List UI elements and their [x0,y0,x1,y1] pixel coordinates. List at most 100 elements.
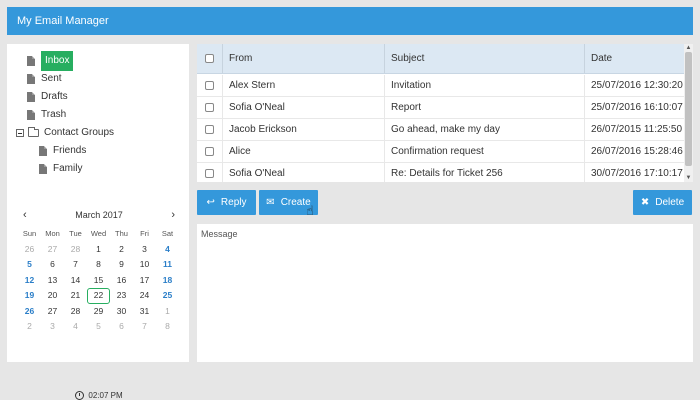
calendar-day[interactable]: 5 [18,257,41,273]
calendar-day[interactable]: 8 [156,319,179,335]
grid-scrollbar[interactable]: ▲ ▼ [684,44,693,182]
message-area[interactable]: Message [197,224,693,362]
row-select-cell [197,163,223,182]
calendar-day[interactable]: 4 [156,242,179,258]
calendar-day[interactable]: 9 [110,257,133,273]
calendar-dow-row: Sun Mon Tue Wed Thu Fri Sat [18,226,180,242]
collapse-icon[interactable] [16,129,24,137]
tree-item-friends[interactable]: Friends [39,142,86,160]
calendar-week: 19 20 21 22 23 24 25 [18,288,180,304]
calendar-day[interactable]: 11 [156,257,179,273]
tree-item-family[interactable]: Family [39,160,82,178]
tree-item-sent[interactable]: Sent [27,70,62,88]
reply-button[interactable]: ↩ Reply [197,190,256,215]
calendar-day[interactable]: 4 [64,319,87,335]
cell-date: 26/07/2016 15:28:46 [591,146,683,157]
table-row[interactable]: Alice Confirmation request 26/07/2016 15… [197,141,684,163]
calendar-day[interactable]: 6 [41,257,64,273]
calendar-day[interactable]: 13 [41,273,64,289]
column-header-from[interactable]: From [223,44,385,73]
calendar-day[interactable]: 2 [110,242,133,258]
prev-month-button[interactable]: ‹ [23,209,27,221]
calendar-day[interactable]: 15 [87,273,110,289]
calendar-dow: Wed [90,229,107,238]
scroll-up-icon[interactable]: ▲ [684,44,693,52]
scroll-down-icon[interactable]: ▼ [684,174,693,182]
grid-header: From Subject Date [197,44,684,74]
calendar-grid: Sun Mon Tue Wed Thu Fri Sat 26 27 28 1 2 3 4 5 6 7 8 9 10 11… [18,226,180,335]
row-checkbox[interactable] [205,103,214,112]
file-icon [39,164,47,174]
select-all-checkbox[interactable] [205,54,214,63]
calendar-day[interactable]: 23 [110,288,133,304]
calendar-day[interactable]: 26 [18,304,41,320]
delete-button[interactable]: ✖ Delete [633,190,692,215]
cell-from: Sofia O'Neal [223,163,385,182]
row-select-cell [197,97,223,118]
tree-item-inbox[interactable]: Inbox [27,51,74,71]
tree-item-label: Sent [41,73,62,84]
column-header-label: Date [591,53,613,64]
row-checkbox[interactable] [205,147,214,156]
calendar-day[interactable]: 3 [133,242,156,258]
table-row[interactable]: Alex Stern Invitation 25/07/2016 12:30:2… [197,75,684,97]
calendar-dow: Sat [161,229,174,238]
calendar-day[interactable]: 10 [133,257,156,273]
calendar-day[interactable]: 1 [156,304,179,320]
calendar-day[interactable]: 1 [87,242,110,258]
email-grid: From Subject Date Alex Stern Invitation … [197,44,693,182]
row-checkbox[interactable] [205,169,214,178]
calendar-day[interactable]: 27 [41,242,64,258]
calendar-dow: Sun [22,229,37,238]
tree-item-contact-groups[interactable]: Contact Groups [16,124,114,142]
calendar-day[interactable]: 30 [110,304,133,320]
calendar-day[interactable]: 14 [64,273,87,289]
calendar-day[interactable]: 2 [18,319,41,335]
calendar-day[interactable]: 6 [110,319,133,335]
calendar-day[interactable]: 29 [87,304,110,320]
tree-item-label: Trash [41,109,67,120]
calendar-day[interactable]: 26 [18,242,41,258]
table-row[interactable]: Jacob Erickson Go ahead, make my day 26/… [197,119,684,141]
calendar-week: 26 27 28 29 30 31 1 [18,304,180,320]
calendar-day[interactable]: 22 [87,288,110,304]
column-header-subject[interactable]: Subject [385,44,585,73]
next-month-button[interactable]: › [171,209,175,221]
calendar-day[interactable]: 8 [87,257,110,273]
cell-from: Alice [223,141,385,162]
calendar-day[interactable]: 21 [64,288,87,304]
row-select-cell [197,119,223,140]
calendar-day[interactable]: 18 [156,273,179,289]
table-row[interactable]: Sofia O'Neal Re: Details for Ticket 256 … [197,163,684,182]
row-select-cell [197,141,223,162]
tree-item-trash[interactable]: Trash [27,106,66,124]
reply-label: Reply [220,197,247,208]
file-icon [27,74,35,84]
calendar-day[interactable]: 25 [156,288,179,304]
row-checkbox[interactable] [205,125,214,134]
calendar-time[interactable]: 02:07 PM [18,391,180,400]
calendar-day[interactable]: 7 [64,257,87,273]
calendar-day[interactable]: 12 [18,273,41,289]
tree-item-label: Drafts [41,91,68,102]
calendar-day[interactable]: 31 [133,304,156,320]
row-checkbox[interactable] [205,81,214,90]
calendar-day[interactable]: 24 [133,288,156,304]
scroll-thumb[interactable] [685,52,692,166]
table-row[interactable]: Sofia O'Neal Report 25/07/2016 16:10:07 [197,97,684,119]
calendar-day[interactable]: 17 [133,273,156,289]
calendar-day[interactable]: 28 [64,242,87,258]
calendar-day[interactable]: 3 [41,319,64,335]
column-header-date[interactable]: Date [585,44,684,73]
calendar-day[interactable]: 19 [18,288,41,304]
select-all-cell [197,44,223,73]
calendar-day[interactable]: 7 [133,319,156,335]
calendar-day[interactable]: 16 [110,273,133,289]
cell-date: 30/07/2016 17:10:17 [591,168,683,179]
calendar-day[interactable]: 20 [41,288,64,304]
calendar-day[interactable]: 27 [41,304,64,320]
calendar-day[interactable]: 28 [64,304,87,320]
tree-item-drafts[interactable]: Drafts [27,88,68,106]
calendar-day[interactable]: 5 [87,319,110,335]
calendar-header: ‹ March 2017 › [18,209,180,224]
